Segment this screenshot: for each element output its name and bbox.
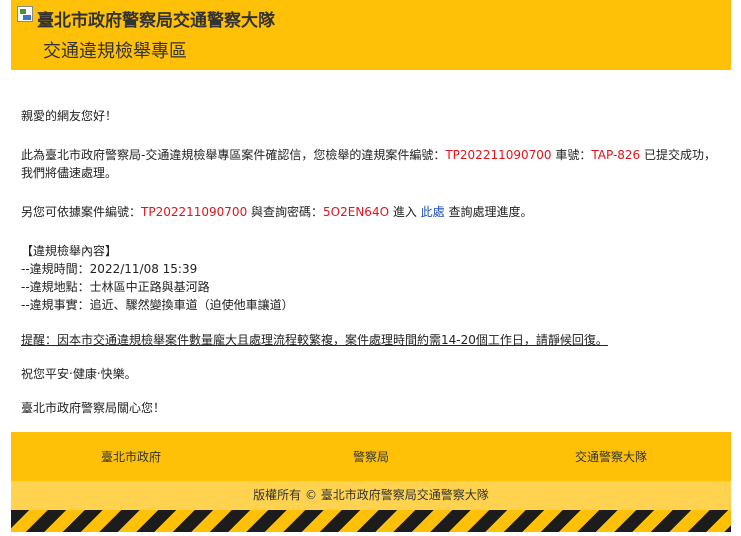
confirmation-paragraph: 此為臺北市政府警察局-交通違規檢舉專區案件確認信，您檢舉的違規案件編號：TP20…	[21, 146, 721, 182]
time-value: 2022/11/08 15:39	[89, 262, 198, 276]
query-suffix: 查詢處理進度。	[444, 205, 533, 219]
case-number: TP202211090700	[445, 148, 552, 162]
query-prefix: 另您可依據案件編號：	[21, 205, 142, 219]
hazard-stripes	[11, 510, 731, 532]
plate-number: TAP-826	[591, 148, 641, 162]
violation-location-row: --違規地點：士林區中正路與基河路	[21, 278, 721, 296]
greeting: 親愛的網友您好！	[21, 109, 118, 123]
header-subtitle: 交通違規檢舉專區	[43, 41, 187, 62]
query-paragraph: 另您可依據案件編號：TP202211090700 與查詢密碼：5O2EN64O …	[21, 203, 721, 221]
confirm-prefix: 此為臺北市政府警察局-交通違規檢舉專區案件確認信，您檢舉的違規案件編號：	[21, 148, 446, 162]
query-password: 5O2EN64O	[323, 205, 390, 219]
signoff-text: 臺北市政府警察局關心您！	[21, 401, 166, 415]
violation-fact-row: --違規事實：追近、驟然變換車道（迫使他車讓道）	[21, 296, 721, 314]
header-title: 臺北市政府警察局交通警察大隊	[37, 11, 275, 31]
copyright-text: 版權所有 © 臺北市政府警察局交通警察大隊	[11, 481, 731, 510]
query-mid: 與查詢密碼：	[247, 205, 324, 219]
footer: 臺北市政府 警察局 交通警察大隊 版權所有 © 臺北市政府警察局交通警察大隊	[11, 432, 731, 532]
reminder-note: 提醒：因本市交通違規檢舉案件數量龐大且處理流程較繁複，案件處理時間約需14-20…	[21, 333, 608, 347]
footer-links: 臺北市政府 警察局 交通警察大隊	[11, 432, 731, 481]
wishes-text: 祝您平安‧健康‧快樂。	[21, 367, 137, 381]
query-case-number: TP202211090700	[141, 205, 248, 219]
violation-time-row: --違規時間：2022/11/08 15:39	[21, 260, 721, 278]
footer-link-taipei-city-government[interactable]: 臺北市政府	[11, 448, 251, 465]
fact-label: --違規事實：	[21, 298, 90, 312]
location-value: 士林區中正路與基河路	[89, 280, 210, 294]
broken-image-icon	[17, 6, 33, 22]
progress-query-link[interactable]: 此處	[421, 205, 445, 219]
details-heading: 【違規檢舉內容】	[21, 244, 118, 258]
footer-link-police-department[interactable]: 警察局	[251, 448, 491, 465]
location-label: --違規地點：	[21, 280, 90, 294]
query-enter: 進入	[389, 205, 421, 219]
email-body: 親愛的網友您好！ 此為臺北市政府警察局-交通違規檢舉專區案件確認信，您檢舉的違規…	[11, 70, 731, 417]
footer-link-traffic-division[interactable]: 交通警察大隊	[491, 448, 731, 465]
fact-value: 追近、驟然變換車道（迫使他車讓道）	[89, 298, 294, 312]
email-container: 臺北市政府警察局交通警察大隊 交通違規檢舉專區 親愛的網友您好！ 此為臺北市政府…	[11, 0, 731, 417]
violation-details: 【違規檢舉內容】 --違規時間：2022/11/08 15:39 --違規地點：…	[21, 242, 721, 314]
header-banner: 臺北市政府警察局交通警察大隊 交通違規檢舉專區	[11, 0, 731, 70]
time-label: --違規時間：	[21, 262, 90, 276]
plate-label: 車號：	[551, 148, 592, 162]
